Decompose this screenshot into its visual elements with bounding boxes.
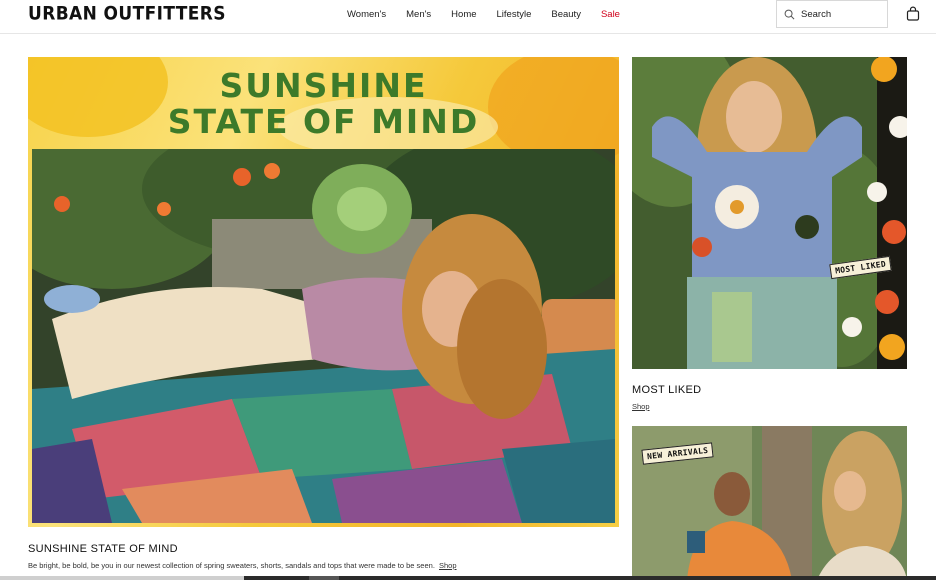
hero-caption-body: Be bright, be bold, be you in our newest… [28,561,457,570]
hero-banner[interactable]: SUNSHINE STATE OF MIND [28,57,619,527]
hero-shop-link[interactable]: Shop [439,561,457,570]
main-nav: Women's Men's Home Lifestyle Beauty Sale [337,9,630,20]
hero-caption-text: Be bright, be bold, be you in our newest… [28,561,435,570]
promo-tile-new-arrivals[interactable]: NEW ARRIVALS [632,426,907,580]
nav-item-home[interactable]: Home [451,9,476,20]
search-icon [784,9,795,19]
hero-caption-title: SUNSHINE STATE OF MIND [28,543,178,555]
nav-item-sale[interactable]: Sale [601,9,620,20]
hero-headline-line2: STATE OF MIND [167,102,480,141]
shopping-bag-icon[interactable] [906,6,920,21]
hero-headline-line1: SUNSHINE [219,66,428,105]
nav-item-womens[interactable]: Women's [347,9,386,20]
nav-item-lifestyle[interactable]: Lifestyle [497,9,532,20]
search-box[interactable] [776,0,888,28]
nav-item-beauty[interactable]: Beauty [551,9,581,20]
hero-photo [32,149,615,523]
scrollbar-segment [309,576,339,580]
scrollbar-thumb[interactable] [0,576,244,580]
promo-tile-most-liked[interactable]: MOST LIKED [632,57,907,369]
hero-photo-illustration [32,149,615,523]
brand-logo[interactable]: URBAN OUTFITTERS [28,3,226,25]
nav-item-mens[interactable]: Men's [406,9,431,20]
most-liked-title: MOST LIKED [632,384,702,396]
site-header: URBAN OUTFITTERS Women's Men's Home Life… [0,0,936,34]
most-liked-photo [632,57,907,369]
search-input[interactable] [801,8,881,20]
most-liked-shop-link[interactable]: Shop [632,402,650,411]
horizontal-scrollbar[interactable] [0,576,936,580]
